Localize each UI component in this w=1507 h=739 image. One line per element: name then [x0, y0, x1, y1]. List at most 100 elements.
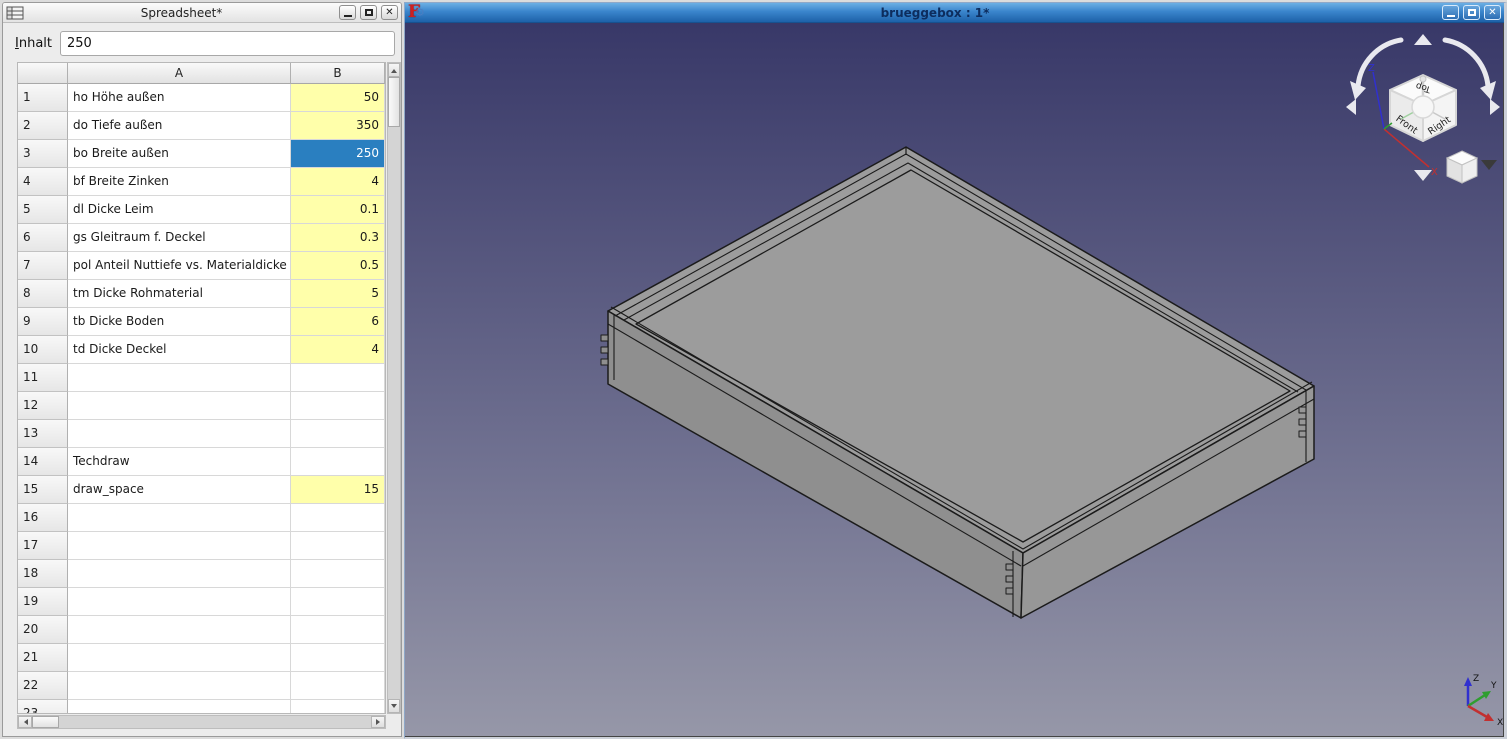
cell-b[interactable]	[291, 504, 385, 532]
cell-b[interactable]	[291, 672, 385, 700]
viewer-titlebar[interactable]: F⚙ brueggebox : 1* ✕	[405, 3, 1504, 23]
row-header[interactable]: 17	[18, 532, 68, 560]
cell-b[interactable]: 50	[291, 84, 385, 112]
cell-b[interactable]	[291, 700, 385, 714]
corner-header[interactable]	[18, 63, 68, 84]
row-header[interactable]: 2	[18, 112, 68, 140]
cell-b[interactable]: 15	[291, 476, 385, 504]
row-header[interactable]: 9	[18, 308, 68, 336]
row-header[interactable]: 13	[18, 420, 68, 448]
cell-a[interactable]: dl Dicke Leim	[68, 196, 291, 224]
cell-a[interactable]	[68, 504, 291, 532]
scroll-left-button[interactable]	[18, 716, 32, 728]
row-header[interactable]: 5	[18, 196, 68, 224]
viewer-minimize-button[interactable]	[1442, 5, 1459, 20]
cell-b[interactable]	[291, 616, 385, 644]
cell-a[interactable]: ho Höhe außen	[68, 84, 291, 112]
cell-a[interactable]	[68, 616, 291, 644]
cell-a[interactable]: bo Breite außen	[68, 140, 291, 168]
cell-a[interactable]	[68, 392, 291, 420]
horizontal-scroll-track[interactable]	[59, 716, 371, 728]
cell-a[interactable]	[68, 588, 291, 616]
vertical-scrollbar[interactable]	[387, 62, 401, 714]
cell-b[interactable]	[291, 392, 385, 420]
cell-b[interactable]: 0.3	[291, 224, 385, 252]
cell-a[interactable]	[68, 532, 291, 560]
vertical-scroll-thumb[interactable]	[388, 77, 400, 127]
row-header[interactable]: 11	[18, 364, 68, 392]
scroll-up-button[interactable]	[388, 63, 400, 77]
cell-b[interactable]: 250	[291, 140, 385, 168]
row-header[interactable]: 16	[18, 504, 68, 532]
row-header[interactable]: 18	[18, 560, 68, 588]
cell-a[interactable]	[68, 420, 291, 448]
close-button[interactable]: ✕	[381, 5, 398, 20]
cell-a[interactable]: gs Gleitraum f. Deckel	[68, 224, 291, 252]
vertical-scroll-track[interactable]	[388, 127, 400, 699]
scroll-right-button[interactable]	[371, 716, 385, 728]
viewer-maximize-button[interactable]	[1463, 5, 1480, 20]
content-input[interactable]	[60, 31, 395, 56]
row-header[interactable]: 15	[18, 476, 68, 504]
cell-b[interactable]	[291, 532, 385, 560]
row-header[interactable]: 3	[18, 140, 68, 168]
table-row: 21	[18, 644, 385, 672]
cell-a[interactable]: tm Dicke Rohmaterial	[68, 280, 291, 308]
cell-b[interactable]	[291, 644, 385, 672]
cell-b[interactable]: 350	[291, 112, 385, 140]
cell-b[interactable]: 0.5	[291, 252, 385, 280]
horizontal-scroll-thumb[interactable]	[32, 716, 59, 728]
cell-b[interactable]	[291, 420, 385, 448]
row-header[interactable]: 23	[18, 700, 68, 714]
cell-b[interactable]: 6	[291, 308, 385, 336]
cell-a[interactable]: bf Breite Zinken	[68, 168, 291, 196]
viewer-close-button[interactable]: ✕	[1484, 5, 1501, 20]
nav-cube-hub[interactable]	[1412, 96, 1434, 118]
spreadsheet-titlebar[interactable]: Spreadsheet* ✕	[3, 3, 401, 23]
cell-b[interactable]	[291, 448, 385, 476]
minimize-button[interactable]	[339, 5, 356, 20]
cell-b[interactable]	[291, 364, 385, 392]
column-header-a[interactable]: A	[68, 63, 291, 84]
cell-b[interactable]: 4	[291, 168, 385, 196]
minimize-icon	[344, 15, 352, 17]
cell-a[interactable]: pol Anteil Nuttiefe vs. Materialdicke	[68, 252, 291, 280]
viewer-window: F⚙ brueggebox : 1* ✕	[404, 2, 1507, 739]
nav-style-mini-cube[interactable]	[1447, 151, 1477, 183]
cell-b[interactable]	[291, 588, 385, 616]
row-header[interactable]: 7	[18, 252, 68, 280]
cell-a[interactable]	[68, 672, 291, 700]
cell-a[interactable]: td Dicke Deckel	[68, 336, 291, 364]
row-header[interactable]: 20	[18, 616, 68, 644]
cell-a[interactable]	[68, 700, 291, 714]
row-header[interactable]: 22	[18, 672, 68, 700]
cell-a[interactable]: draw_space	[68, 476, 291, 504]
cell-a[interactable]: do Tiefe außen	[68, 112, 291, 140]
table-row: 17	[18, 532, 385, 560]
cell-a[interactable]: tb Dicke Boden	[68, 308, 291, 336]
cell-b[interactable]	[291, 560, 385, 588]
table-row: 13	[18, 420, 385, 448]
maximize-button[interactable]	[360, 5, 377, 20]
cell-a[interactable]	[68, 560, 291, 588]
horizontal-scrollbar[interactable]	[17, 715, 386, 729]
cell-a[interactable]: Techdraw	[68, 448, 291, 476]
row-header[interactable]: 1	[18, 84, 68, 112]
scroll-down-button[interactable]	[388, 699, 400, 713]
viewport-3d[interactable]: Top Front Right Z X	[405, 23, 1504, 736]
viewport-canvas[interactable]: Top Front Right Z X	[405, 23, 1503, 736]
cell-a[interactable]	[68, 644, 291, 672]
row-header[interactable]: 10	[18, 336, 68, 364]
cell-b[interactable]: 0.1	[291, 196, 385, 224]
row-header[interactable]: 14	[18, 448, 68, 476]
row-header[interactable]: 6	[18, 224, 68, 252]
cell-b[interactable]: 4	[291, 336, 385, 364]
row-header[interactable]: 12	[18, 392, 68, 420]
row-header[interactable]: 8	[18, 280, 68, 308]
row-header[interactable]: 21	[18, 644, 68, 672]
cell-a[interactable]	[68, 364, 291, 392]
cell-b[interactable]: 5	[291, 280, 385, 308]
row-header[interactable]: 19	[18, 588, 68, 616]
row-header[interactable]: 4	[18, 168, 68, 196]
column-header-b[interactable]: B	[291, 63, 385, 84]
